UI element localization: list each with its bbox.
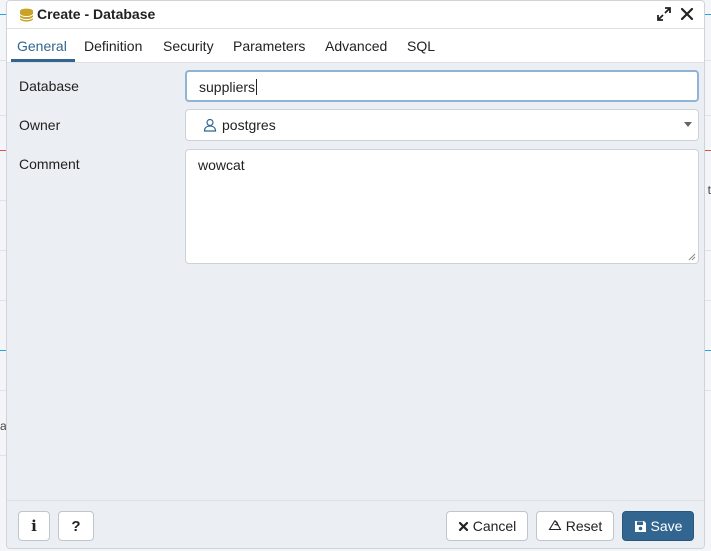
background-text-fragment: t [707,183,711,197]
background-divider [705,300,711,301]
background-accent-line [705,14,711,15]
expand-icon[interactable] [656,6,672,22]
help-button[interactable]: ? [58,511,94,541]
dialog-footer: i ? Cancel Reset Save [7,500,704,548]
database-name-value: suppliers [199,79,258,95]
reset-label: Reset [565,518,603,534]
tab-advanced[interactable]: Advanced [325,38,387,54]
database-name-input[interactable]: suppliers [185,70,699,102]
text-caret [256,79,258,95]
info-button[interactable]: i [18,511,50,541]
database-label: Database [19,78,79,94]
background-red-line [705,150,711,151]
background-divider [705,115,711,116]
save-button[interactable]: Save [622,511,694,541]
help-icon: ? [71,517,81,535]
owner-value: postgres [222,117,276,133]
tab-bar: General Definition Security Parameters A… [7,29,704,63]
background-divider [705,390,711,391]
resize-handle-icon[interactable] [688,253,696,261]
tab-definition[interactable]: Definition [84,38,142,54]
recycle-icon [548,520,562,531]
database-icon [19,8,34,22]
background-divider [705,60,711,61]
comment-value: wowcat [198,157,245,173]
cancel-label: Cancel [472,518,517,534]
info-icon: i [31,517,37,535]
save-label: Save [650,518,683,534]
comment-label: Comment [19,156,80,172]
background-divider [705,250,711,251]
background-accent-line [705,350,711,351]
cancel-button[interactable]: Cancel [446,511,528,541]
active-tab-indicator [11,59,75,62]
chevron-down-icon [684,122,692,127]
create-database-dialog: Create - Database General Definition Sec… [6,0,705,549]
tab-parameters[interactable]: Parameters [233,38,305,54]
tab-security[interactable]: Security [163,38,214,54]
comment-textarea[interactable]: wowcat [185,149,699,264]
tab-general[interactable]: General [17,38,67,54]
close-icon[interactable] [679,6,695,22]
close-icon [458,521,468,531]
owner-label: Owner [19,117,61,133]
general-form: Database suppliers Owner postgres Commen… [7,63,704,500]
dialog-titlebar[interactable]: Create - Database [7,1,704,29]
dialog-title: Create - Database [37,6,156,22]
reset-button[interactable]: Reset [536,511,614,541]
owner-select[interactable]: postgres [185,109,699,141]
user-icon [203,118,217,132]
tab-sql[interactable]: SQL [407,38,435,54]
floppy-disk-icon [634,520,646,532]
